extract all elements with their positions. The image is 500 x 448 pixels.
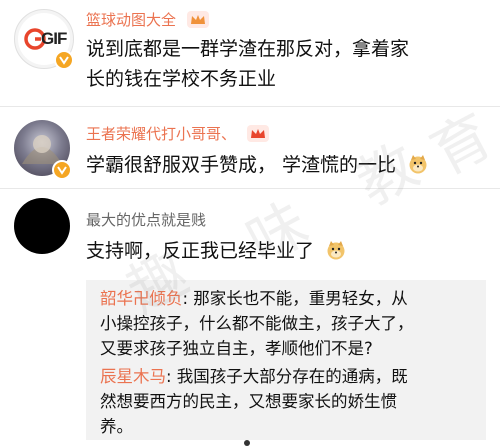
reply-line: 养。: [100, 417, 133, 436]
reply-username-link[interactable]: 辰星木马: [100, 367, 166, 386]
reply-box: 韶华卍倾负: 那家长也不能，重男轻女，从 小操控孩子，什么都不能做主，孩子大了，…: [86, 280, 486, 440]
reply-text: : 我国孩子大部分存在的通病，既: [166, 367, 408, 386]
reply-item: 辰星木马: 我国孩子大部分存在的通病，既 然想要西方的民主，又想要家长的娇生惯 …: [100, 364, 482, 439]
username-text: 最大的优点就是贱: [86, 211, 207, 229]
comment-line: 说到底都是一群学渣在那反对，拿着家: [86, 38, 410, 60]
verified-badge-icon: [54, 50, 74, 70]
crown-icon: [246, 125, 269, 142]
scroll-indicator: [244, 440, 250, 446]
avatar[interactable]: [14, 198, 70, 254]
username-link[interactable]: 最大的优点就是贱: [86, 209, 206, 230]
reply-line: 小操控孩子，什么都不能做主，孩子大了，: [100, 314, 414, 333]
reply-text: : 那家长也不能，重男轻女，从: [182, 289, 408, 308]
avatar-text: GIF: [41, 29, 67, 48]
username-text: 篮球动图大全: [86, 11, 177, 29]
comment-line: 支持啊，反正我已经毕业了: [86, 240, 315, 262]
reply-line: 然想要西方的民主，又想要家长的娇生惯: [100, 392, 397, 411]
reply-line: 辰星木马: 我国孩子大部分存在的通病，既: [100, 364, 482, 389]
reply-line: 又要求孩子独立自主，孝顺他们不是?: [100, 339, 373, 358]
comment-text: 支持啊，反正我已经毕业了: [86, 236, 486, 266]
reply-username-link[interactable]: 韶华卍倾负: [100, 289, 183, 308]
comment-line: 长的钱在学校不务正业: [86, 68, 277, 90]
comment-line: 学霸很舒服双手赞成， 学渣慌的一比: [86, 154, 397, 176]
crown-icon: [186, 11, 209, 28]
doge-emoji-icon: [409, 155, 427, 174]
reply-item: 韶华卍倾负: 那家长也不能，重男轻女，从 小操控孩子，什么都不能做主，孩子大了，…: [100, 286, 482, 361]
username-text: 王者荣耀代打小哥哥、: [86, 125, 237, 143]
divider: [0, 106, 500, 107]
username-link[interactable]: 王者荣耀代打小哥哥、: [86, 123, 269, 144]
username-link[interactable]: 篮球动图大全: [86, 9, 209, 30]
verified-badge-icon: [52, 160, 72, 180]
comment-text: 说到底都是一群学渣在那反对，拿着家 长的钱在学校不务正业: [86, 34, 486, 94]
comment-text: 学霸很舒服双手赞成， 学渣慌的一比: [86, 150, 486, 180]
divider: [0, 188, 500, 189]
doge-emoji-icon: [327, 241, 345, 260]
reply-line: 韶华卍倾负: 那家长也不能，重男轻女，从: [100, 286, 482, 311]
